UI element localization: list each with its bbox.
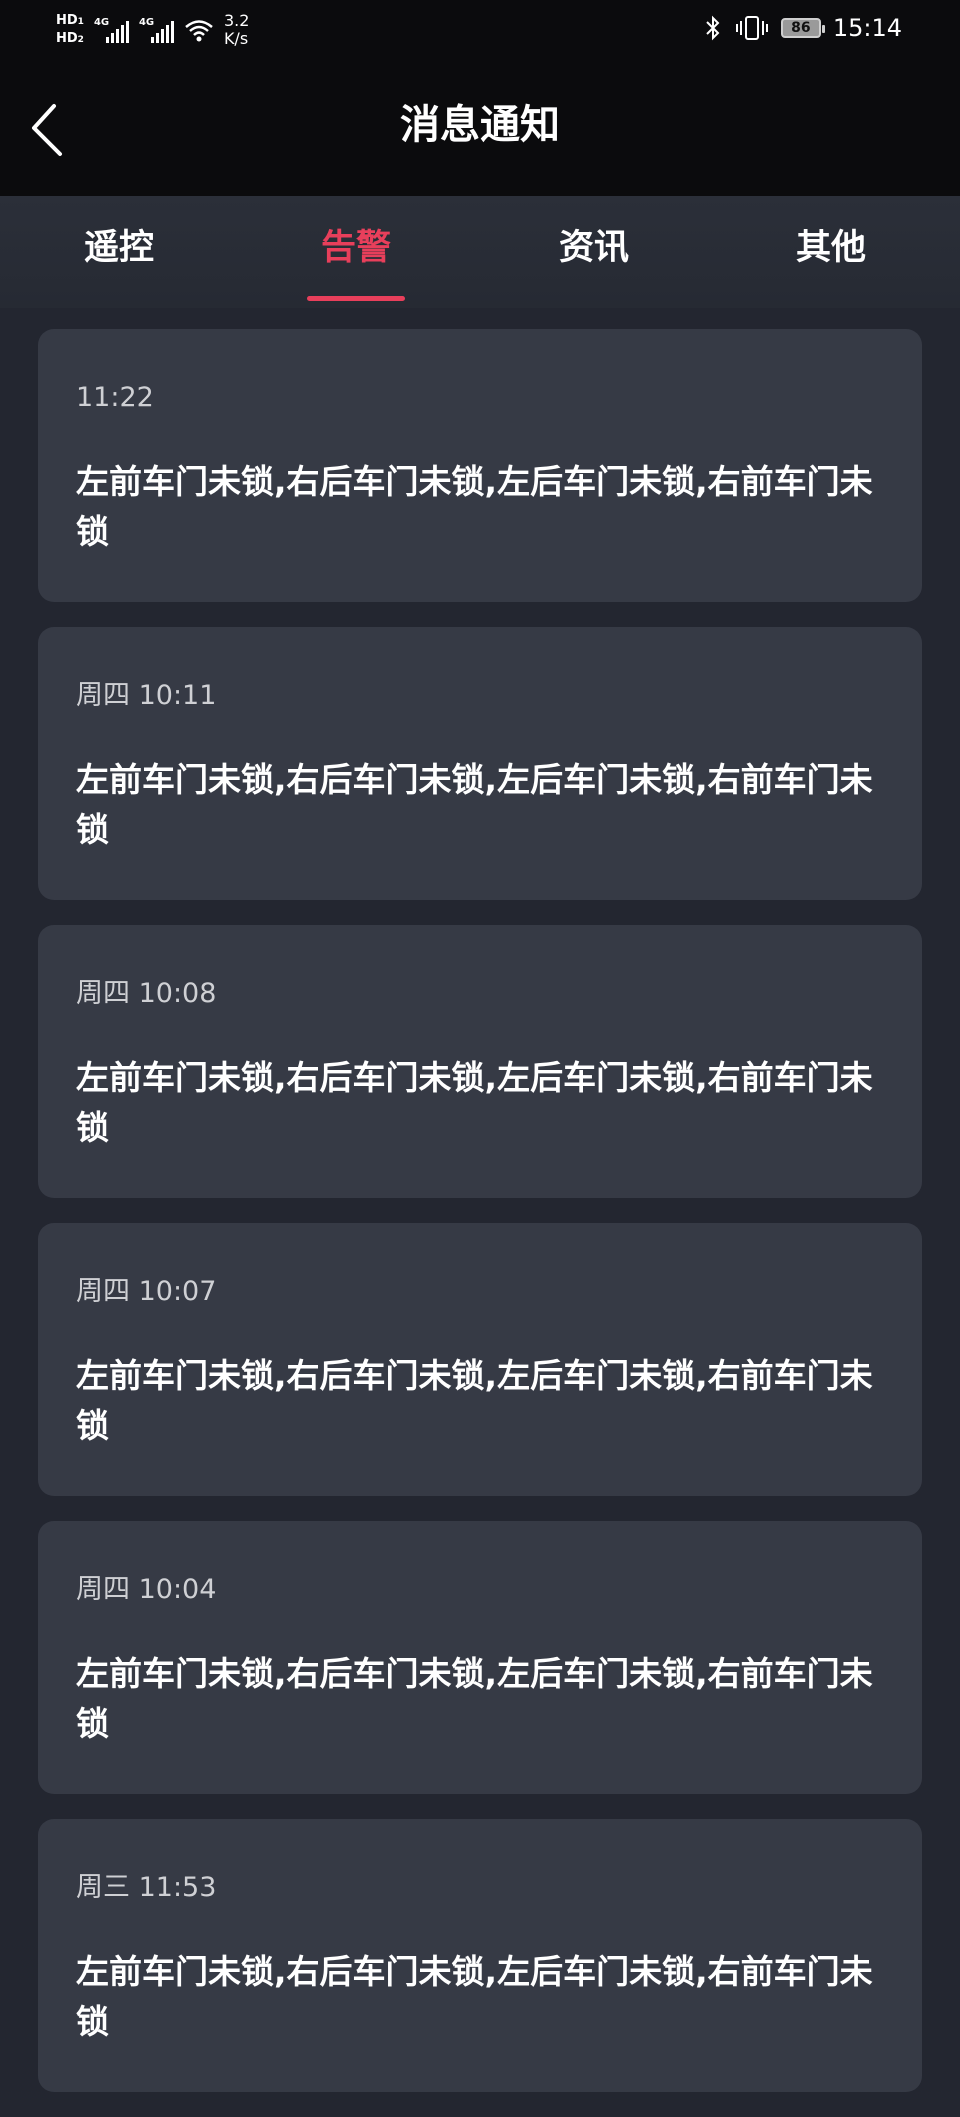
message-text: 左前车门未锁,右后车门未锁,左后车门未锁,右前车门未锁 [76,1952,873,2041]
message-time: 11:22 [76,382,154,413]
message-text: 左前车门未锁,右后车门未锁,左后车门未锁,右前车门未锁 [76,1356,873,1445]
tab-remote-control[interactable]: 遥控 [19,226,219,270]
battery-icon: 86 [780,18,825,38]
message-text: 左前车门未锁,右后车门未锁,左后车门未锁,右前车门未锁 [76,1654,873,1743]
message-card[interactable]: 周四 10:11 左前车门未锁,右后车门未锁,左后车门未锁,右前车门未锁 [38,627,922,900]
hd-indicator-1: HD1 [56,12,84,28]
status-bar: HD1 HD2 4G 4G 3.2 K/s 86 15:14 [0,0,960,60]
message-list: 11:22 左前车门未锁,右后车门未锁,左后车门未锁,右前车门未锁 周四 10:… [38,329,922,2117]
status-time: 15:14 [832,14,902,42]
status-left: HD1 HD2 4G 4G 3.2 K/s [56,6,249,54]
speed-unit: K/s [223,29,249,48]
speed-value: 3.2 [223,11,250,30]
message-time: 周四 10:08 [76,978,217,1009]
message-text: 左前车门未锁,右后车门未锁,左后车门未锁,右前车门未锁 [76,760,873,849]
hd-indicators: HD1 HD2 [56,12,84,47]
tab-other[interactable]: 其他 [731,226,931,270]
message-time: 周四 10:11 [76,680,217,711]
network-speed: 3.2 K/s [224,12,249,48]
tab-alerts[interactable]: 告警 [256,226,456,270]
active-tab-indicator [307,296,405,301]
signal-2-icon: 4G [139,17,174,43]
title-bar: 消息通知 [0,60,960,196]
page-title: 消息通知 [400,102,560,148]
message-time: 周三 11:53 [76,1872,217,1903]
message-text: 左前车门未锁,右后车门未锁,左后车门未锁,右前车门未锁 [76,1058,873,1147]
tab-news[interactable]: 资讯 [494,226,694,270]
message-card[interactable]: 周三 11:53 左前车门未锁,右后车门未锁,左后车门未锁,右前车门未锁 [38,1819,922,2092]
message-card[interactable]: 周四 10:04 左前车门未锁,右后车门未锁,左后车门未锁,右前车门未锁 [38,1521,922,1794]
message-card[interactable]: 周四 10:08 左前车门未锁,右后车门未锁,左后车门未锁,右前车门未锁 [38,925,922,1198]
message-card[interactable]: 周四 10:07 左前车门未锁,右后车门未锁,左后车门未锁,右前车门未锁 [38,1223,922,1496]
wifi-icon [185,20,213,42]
signal-1-icon: 4G [94,17,129,43]
message-time: 周四 10:07 [76,1276,217,1307]
vibrate-icon [735,16,768,40]
bluetooth-icon [706,15,720,41]
message-card[interactable]: 11:22 左前车门未锁,右后车门未锁,左后车门未锁,右前车门未锁 [38,329,922,602]
hd-indicator-2: HD2 [56,30,84,46]
message-text: 左前车门未锁,右后车门未锁,左后车门未锁,右前车门未锁 [76,462,873,551]
message-time: 周四 10:04 [76,1574,217,1605]
tab-bar: 遥控 告警 资讯 其他 [0,196,960,308]
status-right: 86 15:14 [703,14,902,42]
